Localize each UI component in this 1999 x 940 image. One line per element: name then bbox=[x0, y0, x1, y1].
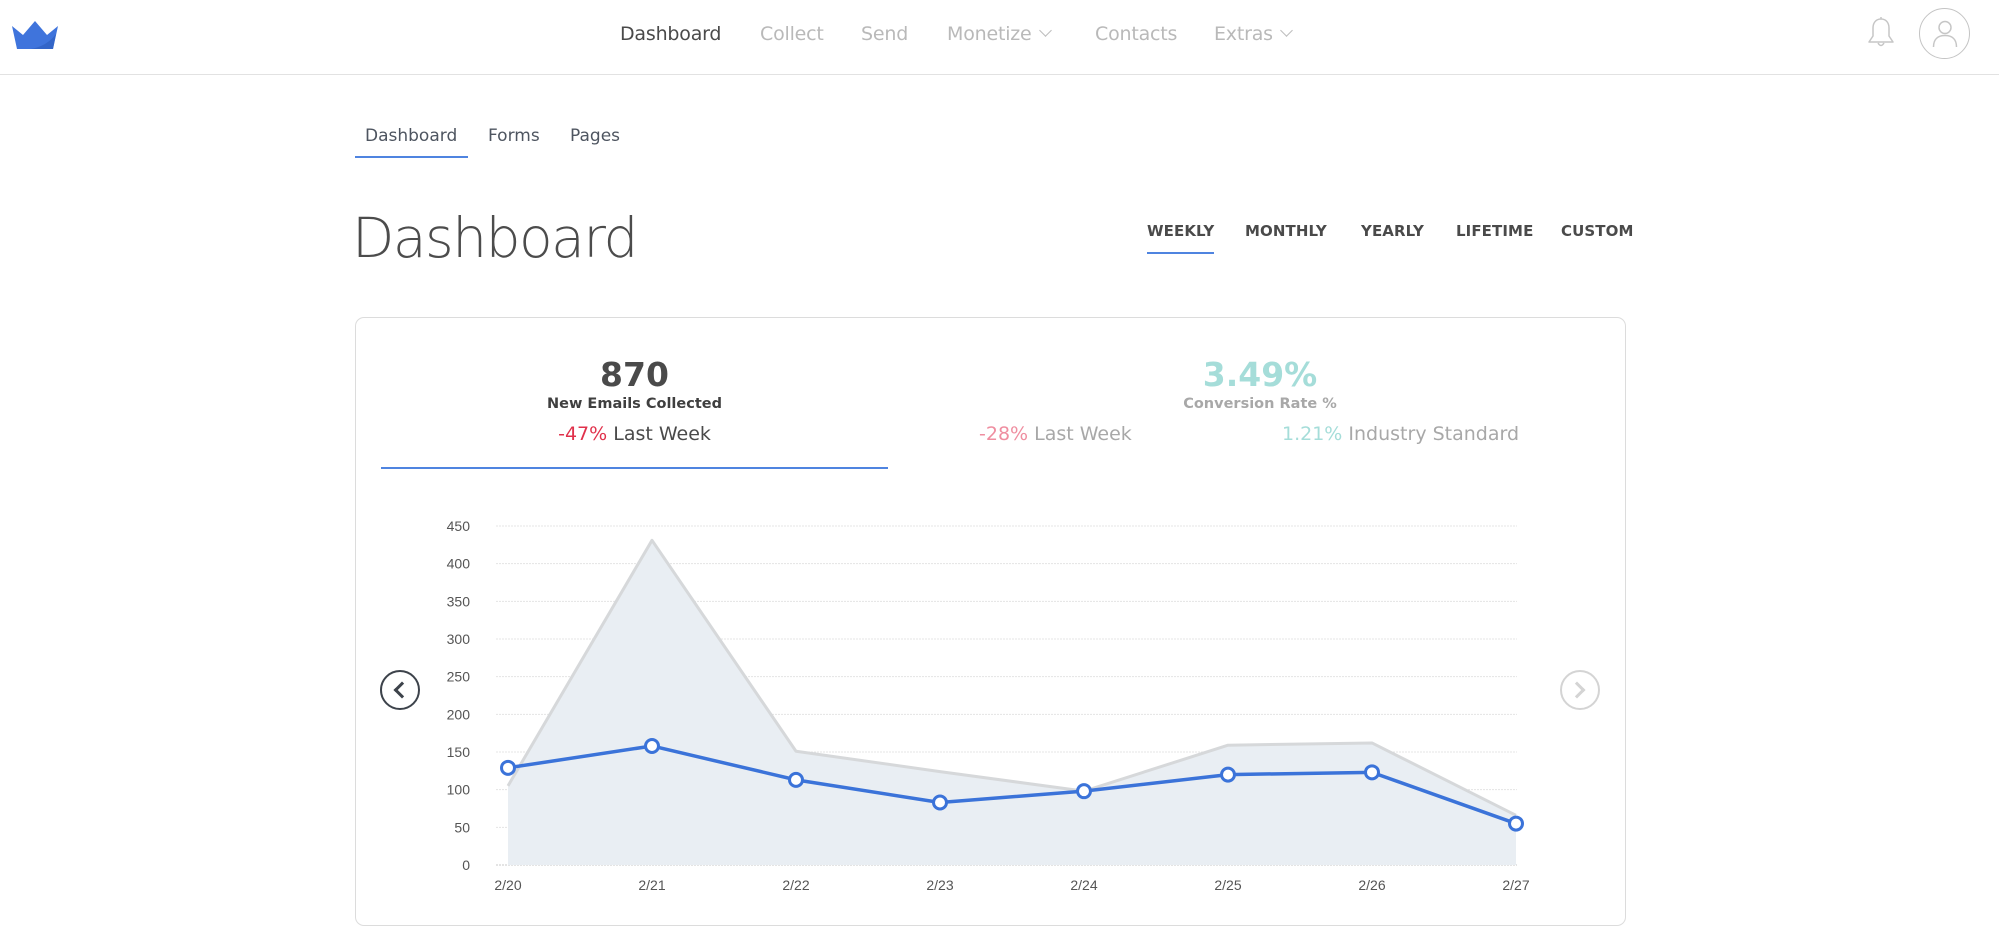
emails-label: New Emails Collected bbox=[547, 396, 722, 412]
nav-contacts[interactable]: Contacts bbox=[1095, 19, 1177, 49]
bell-icon[interactable] bbox=[1866, 16, 1896, 50]
subtab-pages[interactable]: Pages bbox=[570, 122, 620, 150]
range-tab-monthly[interactable]: MONTHLY bbox=[1245, 220, 1327, 242]
nav-label: Contacts bbox=[1095, 23, 1178, 45]
chevron-down-icon bbox=[1279, 24, 1293, 37]
main-nav: Dashboard Collect Send Monetize Contacts… bbox=[0, 19, 1999, 51]
emails-change: -47% bbox=[558, 423, 608, 445]
user-icon bbox=[1932, 20, 1958, 48]
top-header: Dashboard Collect Send Monetize Contacts… bbox=[0, 0, 1999, 75]
chevron-left-icon bbox=[393, 681, 411, 699]
chevron-down-icon bbox=[1038, 24, 1052, 37]
user-avatar-button[interactable] bbox=[1919, 8, 1970, 59]
subtab-forms[interactable]: Forms bbox=[488, 122, 540, 150]
nav-send[interactable]: Send bbox=[861, 19, 908, 49]
nav-dashboard[interactable]: Dashboard bbox=[620, 19, 721, 49]
chart-prev-button[interactable] bbox=[380, 670, 420, 710]
range-tab-yearly[interactable]: YEARLY bbox=[1361, 220, 1424, 242]
industry-standard-row: 1.21% Industry Standard bbox=[1282, 420, 1519, 448]
emails-change-label: Last Week bbox=[613, 423, 711, 445]
subtab-dashboard[interactable]: Dashboard bbox=[354, 122, 469, 158]
conversion-label: Conversion Rate % bbox=[1183, 396, 1337, 412]
industry-standard-label: Industry Standard bbox=[1348, 423, 1520, 445]
nav-extras[interactable]: Extras bbox=[1214, 19, 1293, 49]
nav-label: Send bbox=[861, 23, 909, 45]
conversion-change-label: Last Week bbox=[1034, 423, 1132, 445]
chart-next-button[interactable] bbox=[1560, 670, 1600, 710]
nav-label: Monetize bbox=[947, 23, 1032, 45]
emails-change-row: -47% Last Week bbox=[381, 420, 888, 448]
metric-conversion-rate[interactable]: 3.49% Conversion Rate % -28% Last Week 1… bbox=[940, 355, 1580, 469]
nav-collect[interactable]: Collect bbox=[760, 19, 824, 49]
nav-label: Extras bbox=[1214, 23, 1273, 45]
nav-monetize[interactable]: Monetize bbox=[947, 19, 1052, 49]
range-tab-lifetime[interactable]: LIFETIME bbox=[1456, 220, 1533, 242]
range-tab-weekly[interactable]: WEEKLY bbox=[1147, 220, 1215, 254]
nav-label: Collect bbox=[760, 23, 824, 45]
emails-value: 870 bbox=[600, 355, 669, 394]
metric-new-emails[interactable]: 870 New Emails Collected -47% Last Week bbox=[381, 355, 888, 469]
chevron-right-icon bbox=[1568, 681, 1586, 699]
industry-standard-value: 1.21% bbox=[1282, 423, 1343, 445]
range-tab-custom[interactable]: CUSTOM bbox=[1561, 220, 1634, 242]
conversion-value: 3.49% bbox=[1202, 355, 1318, 394]
conversion-change: -28% bbox=[979, 423, 1029, 445]
page-title: Dashboard bbox=[352, 206, 638, 270]
conversion-sub-row: -28% Last Week 1.21% Industry Standard bbox=[940, 420, 1580, 448]
nav-label: Dashboard bbox=[620, 23, 722, 45]
conversion-change-row: -28% Last Week bbox=[979, 420, 1132, 448]
